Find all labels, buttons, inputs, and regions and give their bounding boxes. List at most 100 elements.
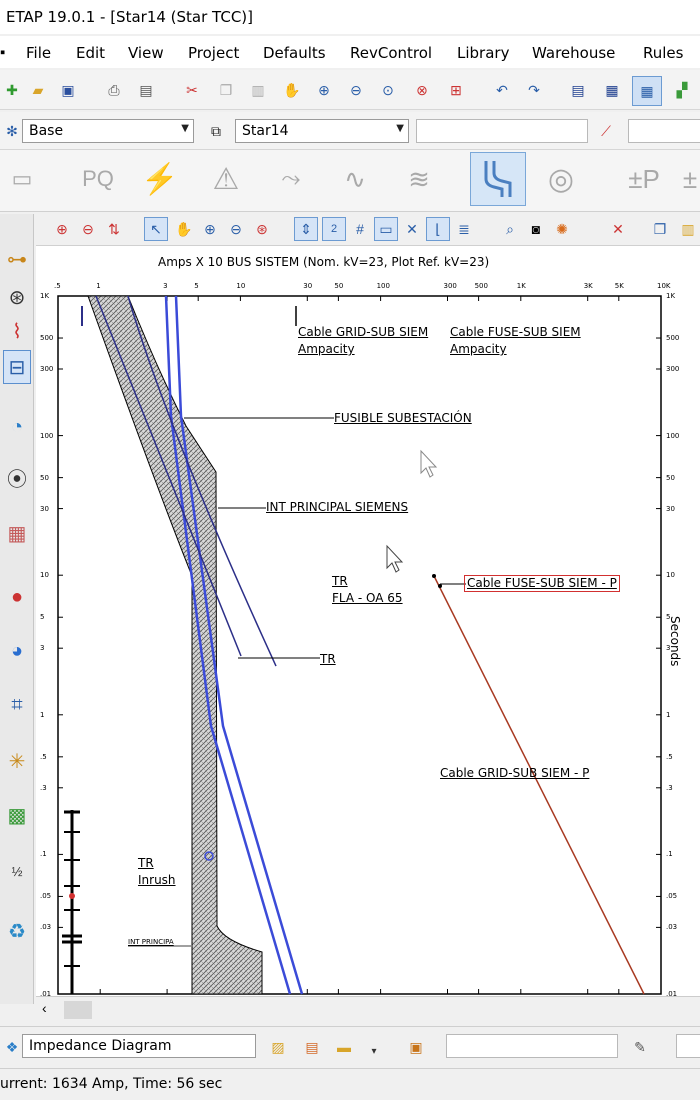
load-flow-mode-icon[interactable]: PQ xyxy=(70,152,126,206)
component-icon[interactable]: ▞ xyxy=(670,78,694,102)
notes-icon[interactable]: ▨ xyxy=(266,1035,290,1059)
menu-library[interactable]: Library xyxy=(457,44,509,62)
text-box-2-icon[interactable]: ▦ xyxy=(600,78,624,102)
text-box-icon[interactable]: ▤ xyxy=(566,78,590,102)
scale-2-icon[interactable]: 2 xyxy=(322,217,346,241)
grid-icon[interactable]: ▦ xyxy=(632,76,662,106)
find-icon[interactable]: ⌕ xyxy=(498,217,522,241)
menu-view[interactable]: View xyxy=(128,44,164,62)
legend-icon[interactable]: ▭ xyxy=(374,217,398,241)
transformer-icon[interactable]: ⊛ xyxy=(3,280,31,314)
study-case-field[interactable] xyxy=(628,119,700,143)
redo-icon[interactable]: ↷ xyxy=(522,78,546,102)
switchgear-icon[interactable]: ⦿ xyxy=(3,460,31,494)
ground-grid-icon[interactable]: ⌇ xyxy=(3,314,31,348)
dropdown-icon[interactable]: ▾ xyxy=(362,1039,386,1063)
short-circuit-mode-icon[interactable]: ⚡ xyxy=(136,152,184,206)
label-tr-fla[interactable]: FLA - OA 65 xyxy=(332,591,403,606)
revision-field[interactable] xyxy=(416,119,588,143)
export-icon[interactable]: ▥ xyxy=(676,217,700,241)
label-cable-fuse-sub-ampacity[interactable]: Ampacity xyxy=(450,342,507,357)
zoom-in-icon[interactable]: ⊕ xyxy=(312,78,336,102)
auto-scale-icon[interactable]: ⇕ xyxy=(294,217,318,241)
load-icon[interactable]: ✳ xyxy=(3,744,31,778)
reliability-mode-icon[interactable]: ◎ xyxy=(534,152,588,206)
arc-flash-mode-icon[interactable]: ⚠ xyxy=(200,152,252,206)
label-tr[interactable]: TR xyxy=(320,652,336,667)
device-swap-icon[interactable]: ⇅ xyxy=(102,217,126,241)
zoom-window-icon[interactable]: ⊞ xyxy=(444,78,468,102)
zoom-out-icon[interactable]: ⊖ xyxy=(224,217,248,241)
zoom-extents-icon[interactable]: ⊗ xyxy=(410,78,434,102)
open-folder-icon[interactable]: ▰ xyxy=(26,78,50,102)
diagram-select[interactable]: Impedance Diagram xyxy=(22,1034,256,1058)
menu-file[interactable]: File xyxy=(26,44,51,62)
label-cable-fuse-sub-p[interactable]: Cable FUSE-SUB SIEM - P xyxy=(464,575,620,592)
pan-hand-icon[interactable]: ✋ xyxy=(172,217,196,241)
menu-warehouse[interactable]: Warehouse xyxy=(532,44,615,62)
recycle-icon[interactable]: ♻ xyxy=(3,914,31,948)
label-cable-grid-sub-p[interactable]: Cable GRID-SUB SIEM - P xyxy=(440,766,589,781)
select-pointer-icon[interactable]: ↖ xyxy=(144,217,168,241)
zoom-in-icon[interactable]: ⊕ xyxy=(198,217,222,241)
menu-edit[interactable]: Edit xyxy=(76,44,105,62)
label-int-principal-siemens[interactable]: INT PRINCIPAL SIEMENS xyxy=(266,500,408,515)
gauge-icon[interactable]: ◕ xyxy=(3,634,31,668)
cross-cursor-icon[interactable]: ✕ xyxy=(400,217,424,241)
menu-project[interactable]: Project xyxy=(188,44,239,62)
menu-rules[interactable]: Rules xyxy=(643,44,683,62)
menu-revcontrol[interactable]: RevControl xyxy=(350,44,432,62)
cut-icon[interactable]: ✂ xyxy=(180,78,204,102)
relay-icon[interactable]: ⊟ xyxy=(3,350,31,384)
scroll-left-icon[interactable]: ‹ xyxy=(42,1000,47,1016)
optimal-power-flow-mode-icon[interactable]: ±P xyxy=(614,152,674,206)
bus-tree-icon[interactable]: ⊶ xyxy=(3,242,31,276)
step-curve-icon[interactable]: ⌊ xyxy=(426,217,450,241)
label-fusible-subestacion[interactable]: FUSIBLE SUBESTACIÓN xyxy=(334,411,472,426)
label-cable-grid-sub[interactable]: Cable GRID-SUB SIEM xyxy=(298,325,428,340)
sequence-icon[interactable]: ≣ xyxy=(452,217,476,241)
label-tr-fla-title[interactable]: TR xyxy=(332,574,348,589)
impedance-icon[interactable]: ⌗ xyxy=(3,688,31,722)
motor-starting-mode-icon[interactable]: ⤳ xyxy=(262,152,320,206)
layers-icon[interactable]: ▤ xyxy=(300,1035,324,1059)
switch-icon[interactable]: ⟋ xyxy=(594,119,618,143)
copy-plot-icon[interactable]: ❐ xyxy=(648,217,672,241)
network-icon[interactable]: ❖ xyxy=(0,1035,24,1059)
calculator-icon[interactable]: ½ xyxy=(3,854,31,888)
map-icon[interactable]: ▩ xyxy=(3,798,31,832)
flash-icon[interactable]: ✺ xyxy=(550,217,574,241)
print-icon[interactable]: ⎙ xyxy=(102,78,126,102)
transient-mode-icon[interactable]: ∿ xyxy=(328,152,382,206)
camera-icon[interactable]: ◙ xyxy=(524,217,548,241)
new-icon[interactable]: ✚ xyxy=(0,78,24,102)
label-tr-inrush-title[interactable]: TR xyxy=(138,856,154,871)
protective-coordination-mode-icon[interactable] xyxy=(470,152,526,206)
save-icon[interactable]: ▣ xyxy=(56,78,80,102)
zoom-out-icon[interactable]: ⊖ xyxy=(344,78,368,102)
presentation-select[interactable]: Base ▼ xyxy=(22,119,194,143)
remove-device-icon[interactable]: ⊖ xyxy=(76,217,100,241)
meter-icon[interactable]: ◔ xyxy=(3,410,31,444)
motor-icon[interactable]: ● xyxy=(3,580,31,614)
scroll-thumb[interactable] xyxy=(64,1001,92,1019)
copy-icon[interactable]: ❐ xyxy=(214,78,238,102)
delete-icon[interactable]: ✕ xyxy=(606,217,630,241)
cable-tray-icon[interactable]: ▦ xyxy=(3,516,31,550)
toolbox-icon[interactable]: ▣ xyxy=(404,1035,428,1059)
configuration-select[interactable]: Star14 ▼ xyxy=(235,119,409,143)
tcc-plot-svg[interactable] xyxy=(36,246,700,996)
label-int-principal-small[interactable]: INT PRINCIPA xyxy=(128,938,174,947)
zoom-fit-icon[interactable]: ⊛ xyxy=(250,217,274,241)
undo-icon[interactable]: ↶ xyxy=(490,78,514,102)
label-cable-grid-sub-ampacity[interactable]: Ampacity xyxy=(298,342,355,357)
grid-toggle-icon[interactable]: # xyxy=(348,217,372,241)
pan-icon[interactable]: ✋ xyxy=(280,78,304,102)
more-mode-icon[interactable]: ± xyxy=(680,152,700,206)
label-tr-inrush[interactable]: Inrush xyxy=(138,873,176,888)
cable-mode-icon[interactable]: ▭ xyxy=(0,152,44,206)
paste-icon[interactable]: ▥ xyxy=(246,78,270,102)
harmonic-mode-icon[interactable]: ≋ xyxy=(394,152,444,206)
menu-defaults[interactable]: Defaults xyxy=(263,44,326,62)
zoom-fit-icon[interactable]: ⊙ xyxy=(376,78,400,102)
